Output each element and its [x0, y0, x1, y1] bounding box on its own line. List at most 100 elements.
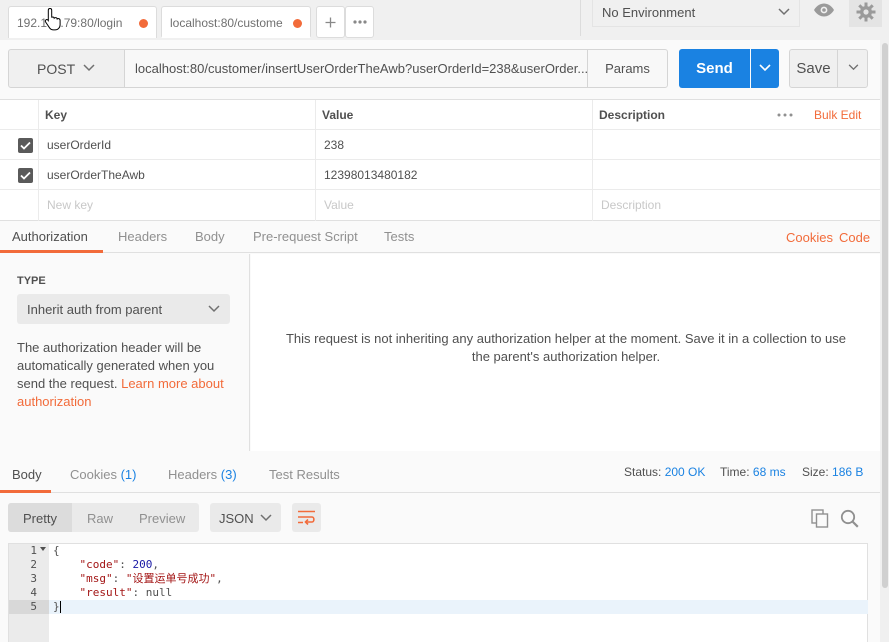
- param-value-field[interactable]: 12398013480182: [317, 160, 592, 189]
- active-line-highlight: [49, 600, 868, 614]
- divider: [580, 0, 581, 36]
- tab-body[interactable]: Body: [195, 229, 225, 244]
- method-label: POST: [37, 61, 76, 77]
- view-mode-group: Pretty Raw Preview: [8, 503, 199, 532]
- tab-test-results[interactable]: Test Results: [269, 467, 340, 482]
- bulk-edit-link[interactable]: Bulk Edit: [807, 100, 877, 129]
- param-key-field[interactable]: userOrderId: [40, 130, 315, 159]
- status-meta: Status: 200 OK: [624, 465, 706, 479]
- size-meta: Size: 186 B: [802, 465, 864, 479]
- size-value: 186 B: [832, 465, 864, 479]
- param-description-field[interactable]: [594, 160, 880, 189]
- format-select[interactable]: JSON: [210, 503, 281, 532]
- tab-label: 192.168.79:80/login: [17, 16, 123, 30]
- manage-environments-button[interactable]: [849, 0, 882, 27]
- column-options-button[interactable]: [777, 113, 793, 117]
- view-raw-button[interactable]: Raw: [87, 511, 113, 526]
- row-enabled-checkbox[interactable]: [18, 138, 33, 153]
- request-tab-customer[interactable]: localhost:80/custome: [161, 6, 311, 38]
- param-value-field[interactable]: 238: [317, 130, 592, 159]
- response-body-editor[interactable]: 1 2 3 4 5 { "code": 200, "msg": "设置运单号成功…: [8, 543, 868, 642]
- line-number: 3: [30, 572, 37, 585]
- new-key-input[interactable]: New key: [40, 190, 315, 220]
- line-number: 4: [30, 586, 37, 599]
- time-value: 68 ms: [752, 465, 786, 479]
- save-button[interactable]: Save: [789, 49, 838, 88]
- code-link[interactable]: Code: [839, 230, 870, 245]
- more-tabs-button[interactable]: [345, 6, 374, 38]
- chevron-down-icon: [208, 305, 220, 313]
- request-tab-bar: 192.168.79:80/login localhost:80/custome…: [0, 0, 889, 40]
- column-header-value: Value: [322, 108, 354, 122]
- auth-type-select[interactable]: Inherit auth from parent: [17, 294, 230, 324]
- tab-headers[interactable]: Headers: [118, 229, 167, 244]
- request-tab-login[interactable]: 192.168.79:80/login: [8, 6, 157, 38]
- new-value-input[interactable]: Value: [317, 190, 592, 220]
- check-icon: [20, 171, 31, 180]
- code-line: {: [53, 544, 60, 557]
- json-key: "result": [79, 586, 133, 599]
- code-line: "result": null: [79, 586, 173, 599]
- fold-arrow-icon[interactable]: [40, 547, 46, 552]
- environment-select[interactable]: No Environment: [592, 0, 800, 27]
- format-label: JSON: [219, 511, 254, 526]
- wrap-icon: [298, 510, 315, 525]
- json-value: null: [145, 586, 173, 599]
- wrap-lines-button[interactable]: [292, 503, 321, 532]
- tab-response-cookies[interactable]: Cookies (1): [70, 467, 136, 482]
- table-row: userOrderTheAwb 12398013480182: [0, 160, 880, 190]
- code-line: "msg": "设置运单号成功",: [79, 572, 223, 585]
- line-number: 2: [30, 558, 37, 571]
- new-description-input[interactable]: Description: [594, 190, 880, 220]
- view-pretty-button[interactable]: Pretty: [23, 511, 57, 526]
- search-icon[interactable]: [840, 509, 859, 528]
- new-tab-button[interactable]: [316, 6, 345, 38]
- active-tab-indicator: [0, 490, 51, 493]
- tab-authorization[interactable]: Authorization: [12, 229, 88, 244]
- scrollbar-thumb[interactable]: [882, 43, 888, 588]
- code-line: "code": 200,: [79, 558, 160, 571]
- json-key: "code": [79, 558, 120, 571]
- environment-quick-look-button[interactable]: [813, 3, 838, 21]
- params-table: Key Value Description Bulk Edit userOrde…: [0, 99, 880, 222]
- param-key-field[interactable]: userOrderTheAwb: [40, 160, 315, 189]
- gear-icon: [856, 2, 876, 22]
- column-header-key: Key: [45, 108, 68, 122]
- response-tabs: Body Cookies (1) Headers (3) Test Result…: [0, 455, 880, 493]
- chevron-down-icon: [260, 514, 272, 522]
- more-icon: [777, 113, 793, 117]
- auth-message: This request is not inheriting any autho…: [285, 331, 847, 364]
- row-enabled-checkbox[interactable]: [18, 168, 33, 183]
- line-number: 1: [30, 544, 37, 557]
- save-options-button[interactable]: [837, 49, 868, 88]
- tab-response-headers[interactable]: Headers (3): [168, 467, 237, 482]
- cookies-link[interactable]: Cookies: [786, 230, 833, 245]
- auth-description: The authorization header will be automat…: [17, 340, 224, 409]
- tab-pre-request-script[interactable]: Pre-request Script: [253, 229, 358, 244]
- chevron-down-icon: [848, 64, 859, 71]
- send-options-button[interactable]: [751, 49, 779, 88]
- status-value: 200 OK: [664, 465, 706, 479]
- method-select[interactable]: POST: [8, 49, 125, 88]
- eye-icon: [814, 3, 834, 17]
- text-cursor: [59, 601, 61, 613]
- view-preview-button[interactable]: Preview: [139, 511, 185, 526]
- environment-label: No Environment: [602, 5, 696, 20]
- param-description-field[interactable]: [594, 130, 880, 159]
- table-header: Key Value Description Bulk Edit: [0, 100, 880, 130]
- chevron-down-icon: [83, 64, 95, 72]
- cookies-count: (1): [120, 467, 137, 482]
- column-header-description: Description: [599, 108, 666, 122]
- unsaved-dot-icon: [139, 19, 148, 28]
- chevron-down-icon: [778, 8, 790, 16]
- copy-icon[interactable]: [811, 509, 829, 528]
- tab-response-body[interactable]: Body: [12, 467, 42, 482]
- tab-label: localhost:80/custome: [170, 16, 283, 30]
- json-key: "msg": [79, 572, 113, 585]
- auth-info-panel: This request is not inheriting any autho…: [251, 254, 880, 451]
- send-button[interactable]: Send: [679, 49, 750, 88]
- url-input[interactable]: localhost:80/customer/insertUserOrderThe…: [124, 49, 588, 88]
- tab-tests[interactable]: Tests: [384, 229, 414, 244]
- params-button[interactable]: Params: [587, 49, 668, 88]
- cursor-hand-icon: [44, 7, 61, 31]
